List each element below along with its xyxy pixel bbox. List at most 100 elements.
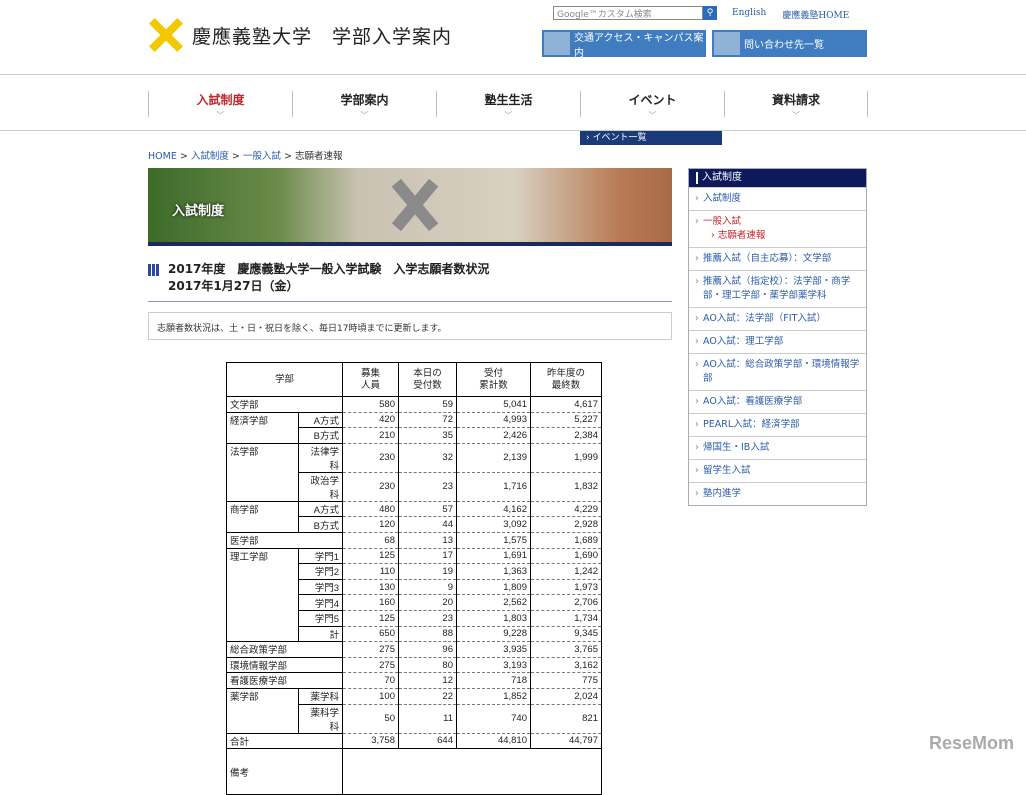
value-cell: 1,803 [456, 609, 531, 627]
value-cell: 17 [398, 547, 457, 565]
chevron-down-icon: ﹀ [216, 111, 225, 120]
value-cell: 5,041 [456, 396, 531, 413]
nav-faculties[interactable]: 学部案内 ﹀ [292, 91, 436, 120]
breadcrumb-general[interactable]: 一般入試 [243, 151, 281, 162]
value-cell: 44 [398, 516, 457, 533]
sidebar-item[interactable]: 留学生入試 [689, 459, 866, 482]
sub-category: B方式 [298, 427, 343, 444]
value-cell: 230 [342, 471, 399, 502]
value-cell: 480 [342, 500, 399, 518]
table-header-row: 学部 募集 人員 本日の 受付数 受付 累計数 昨年度の 最終数 [226, 362, 602, 397]
sidebar: 入試制度 入試制度一般入試 › 志願者速報推薦入試（自主応募）：文学部推薦入試（指… [688, 168, 867, 506]
value-cell: 4,162 [456, 500, 531, 518]
value-cell: 2,562 [456, 594, 531, 611]
sidebar-item-label: AO入試：看護医療学部 [703, 396, 803, 407]
value-cell: 1,716 [456, 471, 531, 502]
value-cell: 3,193 [456, 656, 531, 674]
search-bar: Google™カスタム検索 ⚲ [553, 6, 717, 20]
value-cell: 2,139 [456, 442, 531, 473]
nav-student-life[interactable]: 塾生生活 ﹀ [436, 91, 580, 120]
faculty-name: 経済学部 [226, 411, 299, 444]
value-cell: 275 [342, 641, 399, 658]
sidebar-item-label: 帰国生・IB入試 [703, 442, 770, 453]
event-list-dropdown-item[interactable]: › イベント一覧 [580, 131, 722, 145]
sidebar-subitem-applicants[interactable]: › 志願者速報 [703, 229, 862, 243]
sidebar-item[interactable]: 一般入試 › 志願者速報 [689, 210, 866, 247]
value-cell: 96 [398, 641, 457, 658]
value-cell: 3,935 [456, 641, 531, 658]
value-cell: 160 [342, 594, 399, 611]
sub-category: 薬科学科 [298, 703, 343, 734]
sidebar-item[interactable]: AO入試：法学部（FIT入試） [689, 307, 866, 330]
value-cell: 100 [342, 687, 399, 705]
sidebar-item[interactable]: AO入試：看護医療学部 [689, 390, 866, 413]
breadcrumb-admissions[interactable]: 入試制度 [191, 151, 229, 162]
value-cell: 644 [398, 732, 457, 750]
value-cell: 13 [398, 531, 457, 549]
sidebar-item-label: AO入試：総合政策学部・環境情報学部 [703, 359, 860, 384]
sidebar-item-label: AO入試：理工学部 [703, 336, 784, 347]
sidebar-item[interactable]: AO入試：総合政策学部・環境情報学部 [689, 353, 866, 390]
table-row: 薬学部 薬学科 100 22 1,852 2,024 [226, 687, 602, 734]
column-header: 募集 人員 [342, 362, 399, 397]
value-cell: 32 [398, 442, 457, 473]
contact-button[interactable]: 問い合わせ先一覧 [712, 30, 867, 57]
faculty-name: 文学部 [226, 396, 343, 413]
nav-events[interactable]: イベント ﹀ [580, 91, 724, 120]
value-cell: 718 [456, 672, 531, 689]
value-cell: 1,575 [456, 531, 531, 549]
value-cell: 3,758 [342, 732, 399, 750]
sidebar-title: 入試制度 [689, 169, 866, 187]
table-row: 商学部 A方式 480 57 4,162 4,229 [226, 500, 602, 533]
sidebar-item[interactable]: 推薦入試（指定校）：法学部・商学部・理工学部・薬学部薬学科 [689, 270, 866, 307]
search-icon[interactable]: ⚲ [703, 6, 717, 20]
sidebar-item[interactable]: 帰国生・IB入試 [689, 436, 866, 459]
sub-category: A方式 [298, 411, 343, 429]
value-cell: 12 [398, 672, 457, 689]
value-cell: 1,809 [456, 578, 531, 596]
value-cell: 44,797 [530, 732, 602, 750]
value-cell: 1,832 [530, 471, 602, 502]
value-cell: 1,852 [456, 687, 531, 705]
value-cell: 1,691 [456, 547, 531, 565]
breadcrumb-sep: > [283, 151, 292, 162]
value-cell: 821 [530, 703, 602, 734]
value-cell: 44,810 [456, 732, 531, 750]
value-cell: 80 [398, 656, 457, 674]
keio-home-link[interactable]: 慶應義塾HOME [782, 8, 849, 21]
sidebar-item[interactable]: 塾内進学 [689, 482, 866, 505]
english-link[interactable]: English [732, 8, 766, 21]
sub-category: 学門3 [298, 578, 343, 596]
value-cell: 9,228 [456, 625, 531, 643]
value-cell: 125 [342, 547, 399, 565]
sidebar-item[interactable]: 推薦入試（自主応募）：文学部 [689, 247, 866, 270]
value-cell: 2,706 [530, 594, 602, 611]
sub-category: 学門1 [298, 547, 343, 565]
breadcrumb: HOME > 入試制度 > 一般入試 > 志願者速報 [148, 148, 342, 162]
value-cell: 3,162 [530, 656, 602, 674]
remarks-label: 備考 [226, 748, 343, 795]
nav-admissions[interactable]: 入試制度 ﹀ [148, 91, 292, 120]
document-icon [714, 32, 740, 55]
logo[interactable]: 慶應義塾大学 学部入学案内 [148, 18, 452, 52]
breadcrumb-current: 志願者速報 [294, 151, 343, 162]
sidebar-subitem-label: 志願者速報 [717, 230, 766, 241]
sidebar-item[interactable]: AO入試：理工学部 [689, 330, 866, 353]
breadcrumb-home[interactable]: HOME [148, 151, 177, 162]
banner-title: 入試制度 [172, 204, 225, 219]
value-cell: 3,765 [530, 641, 602, 658]
value-cell: 2,384 [530, 427, 602, 444]
sidebar-item[interactable]: 入試制度 [689, 187, 866, 210]
nav-request-materials[interactable]: 資料請求 ﹀ [724, 91, 868, 120]
search-input[interactable]: Google™カスタム検索 [553, 6, 703, 20]
sub-category: 学門5 [298, 609, 343, 627]
sub-category: 学門4 [298, 594, 343, 611]
sidebar-item-label: PEARL入試：経済学部 [703, 419, 800, 430]
value-cell: 19 [398, 563, 457, 580]
value-cell: 580 [342, 396, 399, 413]
table-row: 環境情報学部 275 80 3,193 3,162 [226, 656, 602, 674]
nav-label: イベント [628, 93, 677, 107]
sidebar-item[interactable]: PEARL入試：経済学部 [689, 413, 866, 436]
access-campus-button[interactable]: 交通アクセス・キャンパス案内 [542, 30, 706, 59]
main-nav: 入試制度 ﹀ 学部案内 ﹀ 塾生生活 ﹀ イベント ﹀ 資料請求 ﹀ [0, 74, 1026, 131]
